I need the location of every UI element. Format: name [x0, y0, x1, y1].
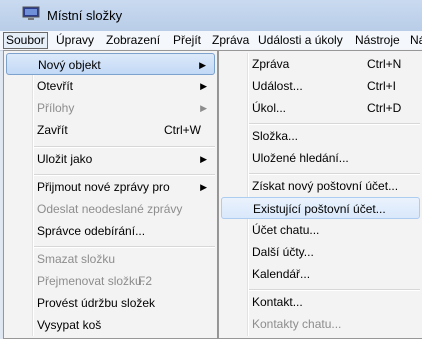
- menu-item-vysypat-kos[interactable]: Vysypat koš: [6, 314, 215, 336]
- shortcut-label: Ctrl+I: [367, 79, 397, 93]
- window-title: Místní složky: [47, 8, 123, 23]
- title-bar: Místní složky: [0, 0, 422, 31]
- menu-item-provest-udrzbu[interactable]: Provést údržbu složek: [6, 292, 215, 314]
- menu-item-prilohy[interactable]: Přílohy ▶: [6, 97, 215, 119]
- menu-item-label: Kontakty chatu...: [252, 317, 342, 331]
- menu-bar: Soubor Úpravy Zobrazení Přejít Zpráva Ud…: [0, 31, 422, 51]
- menu-item-novy-objekt[interactable]: Nový objekt ▶: [6, 53, 215, 75]
- submenu-arrow-icon: ▶: [199, 60, 206, 70]
- shortcut-label: Ctrl+W: [164, 123, 201, 137]
- menu-item-kontakty-chatu[interactable]: Kontakty chatu...: [221, 313, 420, 335]
- menu-item-otevrit[interactable]: Otevřít ▶: [6, 75, 215, 97]
- file-menu: Nový objekt ▶ Otevřít ▶ Přílohy ▶ Zavřít…: [3, 50, 218, 339]
- menu-item-label: Další účty...: [252, 245, 314, 259]
- menu-item-label: Úkol...: [252, 101, 287, 115]
- menu-item-label: Zpráva: [252, 57, 290, 71]
- menu-item-smazat-slozku[interactable]: Smazat složku: [6, 248, 215, 270]
- menu-item-ziskat-novy-ucet[interactable]: Získat nový poštovní účet...: [221, 175, 420, 197]
- menu-zprava[interactable]: Zpráva: [212, 33, 249, 48]
- menu-item-label: Složka...: [252, 129, 299, 143]
- menu-item-slozka[interactable]: Složka...: [221, 125, 420, 147]
- menu-item-label: Otevřít: [37, 79, 74, 93]
- menu-item-odeslat-neodeslane[interactable]: Odeslat neodeslané zprávy: [6, 198, 215, 220]
- menu-item-label: Získat nový poštovní účet...: [252, 179, 399, 193]
- menu-item-ukol[interactable]: Úkol... Ctrl+D: [221, 97, 420, 119]
- menu-item-label: Kalendář...: [252, 267, 311, 281]
- menu-item-prejmenovat-slozku[interactable]: Přejmenovat složku... F2: [6, 270, 215, 292]
- app-icon: [22, 6, 40, 20]
- menu-prejit[interactable]: Přejít: [173, 33, 201, 48]
- menu-item-label: Účet chatu...: [252, 223, 320, 237]
- menu-item-zprava[interactable]: Zpráva Ctrl+N: [221, 53, 420, 75]
- submenu-arrow-icon: ▶: [200, 81, 207, 91]
- menu-item-label: Uložené hledání...: [252, 151, 349, 165]
- menu-item-spravce-odebirani[interactable]: Správce odebírání...: [6, 220, 215, 242]
- menu-item-label: Přejmenovat složku...: [37, 274, 152, 288]
- menu-item-udalost[interactable]: Událost... Ctrl+I: [221, 75, 420, 97]
- menu-napoveda[interactable]: Ná: [410, 33, 422, 48]
- menu-item-label: Událost...: [252, 79, 303, 93]
- menu-item-kontakt[interactable]: Kontakt...: [221, 291, 420, 313]
- menu-item-label: Provést údržbu složek: [37, 296, 156, 310]
- menu-item-label: Uložit jako: [37, 152, 93, 166]
- menu-item-kalendar[interactable]: Kalendář...: [221, 263, 420, 285]
- shortcut-label: Ctrl+D: [367, 101, 402, 115]
- menu-item-label: Vysypat koš: [37, 318, 102, 332]
- menu-soubor[interactable]: Soubor: [3, 32, 48, 49]
- submenu-arrow-icon: ▶: [200, 182, 207, 192]
- menu-item-ulozene-hledani[interactable]: Uložené hledání...: [221, 147, 420, 169]
- menu-zobrazeni[interactable]: Zobrazení: [106, 33, 160, 48]
- menu-upravy[interactable]: Úpravy: [56, 33, 94, 48]
- menu-item-existujici-ucet[interactable]: Existující poštovní účet...: [221, 197, 420, 219]
- new-object-submenu: Zpráva Ctrl+N Událost... Ctrl+I Úkol... …: [218, 50, 422, 339]
- menu-item-ulozit-jako[interactable]: Uložit jako ▶: [6, 148, 215, 170]
- menu-item-label: Nový objekt: [38, 58, 101, 72]
- menu-item-label: Odeslat neodeslané zprávy: [37, 202, 183, 216]
- menu-item-label: Kontakt...: [252, 295, 303, 309]
- menu-item-label: Zavřít: [37, 123, 68, 137]
- menu-item-ucet-chatu[interactable]: Účet chatu...: [221, 219, 420, 241]
- shortcut-label: F2: [138, 274, 153, 288]
- submenu-arrow-icon: ▶: [200, 103, 207, 113]
- shortcut-label: Ctrl+N: [367, 57, 402, 71]
- menu-nastroje[interactable]: Nástroje: [355, 33, 400, 48]
- menu-item-label: Přílohy: [37, 101, 75, 115]
- menu-item-label: Přijmout nové zprávy pro: [37, 180, 170, 194]
- menu-item-prijmout-nove-zpravy[interactable]: Přijmout nové zprávy pro ▶: [6, 176, 215, 198]
- menu-item-label: Existující poštovní účet...: [253, 202, 386, 216]
- menu-item-label: Smazat složku: [37, 252, 116, 266]
- menu-item-label: Správce odebírání...: [37, 224, 146, 238]
- menu-udalosti-a-ukoly[interactable]: Události a úkoly: [258, 33, 343, 48]
- menu-item-dalsi-ucty[interactable]: Další účty...: [221, 241, 420, 263]
- menu-item-zavrit[interactable]: Zavřít Ctrl+W: [6, 119, 215, 141]
- submenu-arrow-icon: ▶: [200, 154, 207, 164]
